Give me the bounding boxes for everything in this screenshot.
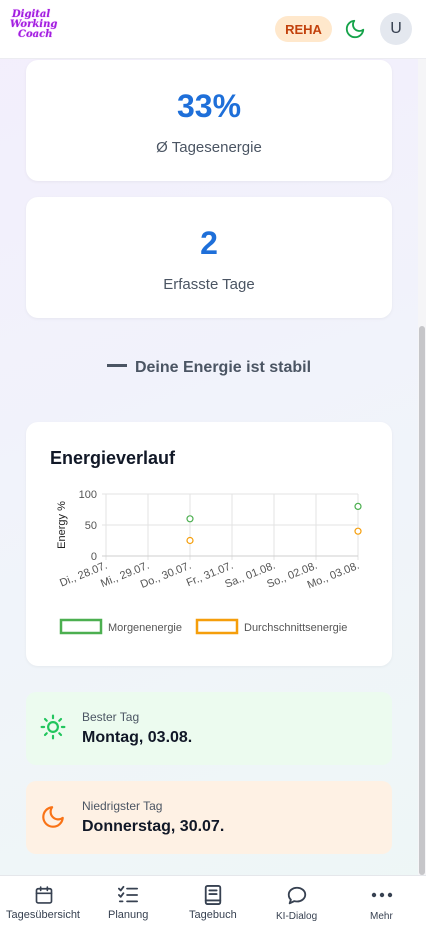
- y-tick-label: 50: [85, 520, 97, 532]
- y-tick-label: 100: [79, 489, 97, 501]
- data-point-morgenenergie: [354, 502, 362, 511]
- best-day-label: Bester Tag: [82, 710, 140, 724]
- data-point-morgenenergie: [186, 515, 194, 523]
- nav-item-ki-dialog[interactable]: KI-Dialog: [256, 876, 338, 925]
- legend-swatch: [195, 618, 239, 635]
- reha-badge[interactable]: REHA: [275, 16, 332, 42]
- app-header: Digital Working Coach REHA U: [0, 0, 426, 59]
- best-day-value: Montag, 03.08.: [82, 729, 193, 746]
- avg-energy-label: Ø Tagesenergie: [156, 139, 262, 156]
- lowest-day-label: Niedrigster Tag: [82, 799, 163, 813]
- nav-item-tagesuebersicht[interactable]: Tagesübersicht: [0, 876, 88, 925]
- tracked-days-value: 2: [200, 225, 218, 261]
- y-axis-label: Energy %: [56, 501, 68, 549]
- more-icon: [371, 892, 393, 898]
- bottom-nav: Tagesübersicht Planung Tagebuch KI-Dialo…: [0, 875, 426, 925]
- energy-trend: Deine Energie ist stabil: [0, 359, 418, 377]
- book-icon: [204, 885, 222, 905]
- y-tick-label: 0: [91, 551, 97, 563]
- nav-label-tagesuebersicht: Tagesübersicht: [6, 909, 80, 921]
- trend-text: Deine Energie ist stabil: [134, 359, 312, 376]
- lowest-day-card: Niedrigster Tag Donnerstag, 30.07.: [26, 781, 392, 854]
- avatar[interactable]: U: [380, 13, 412, 45]
- moon-icon: [42, 806, 64, 828]
- app-logo[interactable]: Digital Working Coach: [10, 10, 57, 48]
- checklist-icon: [118, 885, 138, 903]
- tracked-days-label: Erfasste Tage: [163, 276, 255, 293]
- tracked-days-card: 2 Erfasste Tage: [26, 197, 392, 318]
- nav-item-tagebuch[interactable]: Tagebuch: [170, 876, 256, 925]
- nav-label-mehr: Mehr: [370, 911, 393, 922]
- avg-energy-value: 33%: [176, 88, 242, 124]
- logo-line-3: Coach: [18, 29, 53, 40]
- energy-chart: 050100Energy %Di., 28.07.Mi., 29.07.Do.,…: [56, 489, 362, 635]
- scrollbar-thumb[interactable]: [419, 326, 425, 875]
- nav-label-planung: Planung: [108, 909, 149, 921]
- energy-chart-card: Energieverlauf 0 50 100 Energy % Di., 28.07.…: [26, 422, 392, 666]
- legend-swatch: [59, 618, 103, 635]
- dark-mode-toggle-icon[interactable]: [344, 18, 366, 40]
- calendar-icon: [35, 886, 53, 904]
- data-point-durchschnittsenergie: [354, 527, 362, 535]
- data-point-durchschnittsenergie: [186, 536, 194, 545]
- avg-energy-card: 33% Ø Tagesenergie: [26, 60, 392, 181]
- legend-label: Morgenenergie: [108, 622, 182, 634]
- nav-item-planung[interactable]: Planung: [88, 876, 170, 925]
- best-day-card: Bester Tag Montag, 03.08.: [26, 692, 392, 765]
- nav-label-ki-dialog: KI-Dialog: [276, 911, 318, 922]
- chat-icon: [287, 886, 307, 905]
- trend-dash-icon: [106, 364, 127, 368]
- nav-label-tagebuch: Tagebuch: [189, 909, 237, 921]
- lowest-day-value: Donnerstag, 30.07.: [82, 818, 225, 835]
- sun-icon: [40, 714, 66, 740]
- nav-item-mehr[interactable]: Mehr: [338, 876, 426, 925]
- legend-label: Durchschnittsenergie: [244, 622, 347, 634]
